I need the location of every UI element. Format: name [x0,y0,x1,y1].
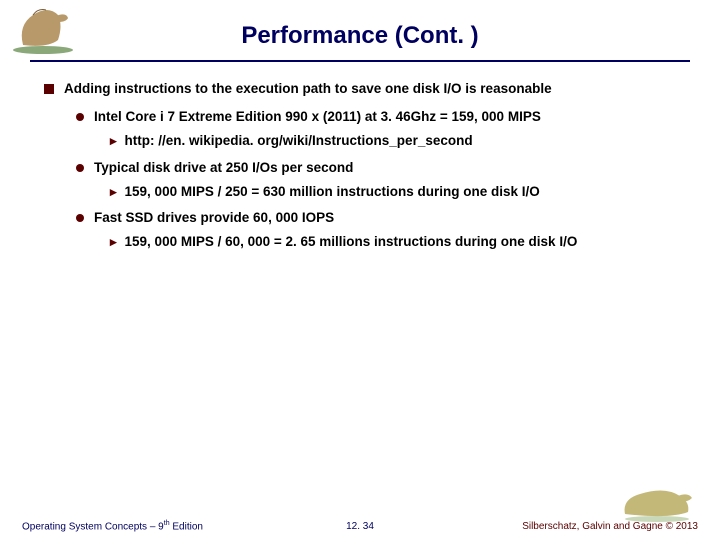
arrow-bullet-icon: ▸ [110,233,117,251]
slide-title: Performance (Cont. ) [0,0,720,50]
bullet-text: 159, 000 MIPS / 250 = 630 million instru… [125,183,540,201]
bullet-level-3: ▸ http: //en. wikipedia. org/wiki/Instru… [110,132,676,150]
circle-bullet-icon [76,164,84,172]
bullet-text: http: //en. wikipedia. org/wiki/Instruct… [125,132,473,150]
arrow-bullet-icon: ▸ [110,132,117,150]
square-bullet-icon [44,84,54,94]
slide-footer: Operating System Concepts – 9th Edition … [0,520,720,532]
bullet-level-2: Typical disk drive at 250 I/Os per secon… [76,159,676,177]
bullet-level-2: Fast SSD drives provide 60, 000 IOPS [76,209,676,227]
arrow-bullet-icon: ▸ [110,183,117,201]
bullet-level-3: ▸ 159, 000 MIPS / 60, 000 = 2. 65 millio… [110,233,676,251]
bullet-text: Typical disk drive at 250 I/Os per secon… [94,159,353,177]
circle-bullet-icon [76,113,84,121]
dinosaur-top-image [8,0,78,55]
bullet-level-2: Intel Core i 7 Extreme Edition 990 x (20… [76,108,676,126]
bullet-level-1: Adding instructions to the execution pat… [44,80,676,98]
bullet-text: 159, 000 MIPS / 60, 000 = 2. 65 millions… [125,233,578,251]
circle-bullet-icon [76,214,84,222]
bullet-text: Intel Core i 7 Extreme Edition 990 x (20… [94,108,541,126]
slide-content: Adding instructions to the execution pat… [0,62,720,252]
bullet-text: Fast SSD drives provide 60, 000 IOPS [94,209,334,227]
bullet-text: Adding instructions to the execution pat… [64,80,552,98]
dinosaur-bottom-image [620,484,695,522]
footer-right: Silberschatz, Galvin and Gagne © 2013 [522,521,698,532]
bullet-level-3: ▸ 159, 000 MIPS / 250 = 630 million inst… [110,183,676,201]
